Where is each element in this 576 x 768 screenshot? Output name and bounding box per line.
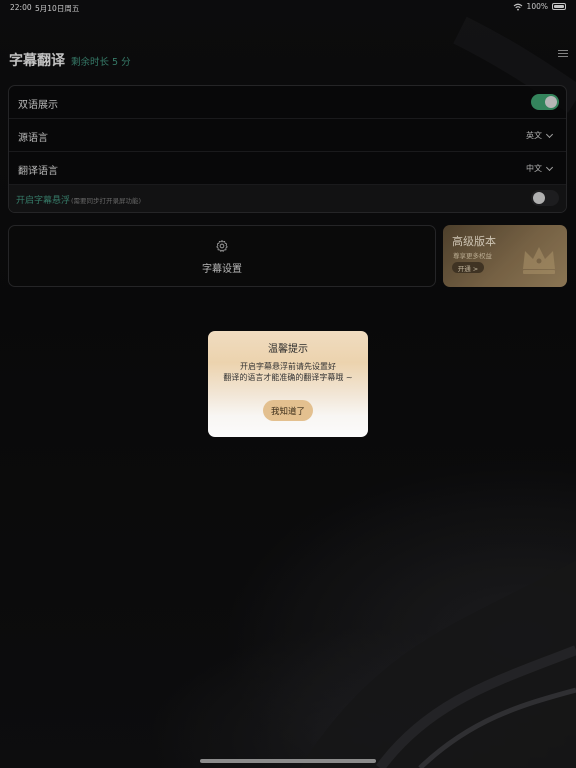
dialog-message-line2: 翻译的语言才能准确的翻译字幕哦 ~ — [223, 373, 353, 382]
dialog-message: 开启字幕悬浮前请先设置好 翻译的语言才能准确的翻译字幕哦 ~ — [208, 361, 368, 383]
dialog-confirm-button[interactable]: 我知道了 — [263, 400, 313, 421]
tip-dialog: 温馨提示 开启字幕悬浮前请先设置好 翻译的语言才能准确的翻译字幕哦 ~ 我知道了 — [208, 331, 368, 437]
dialog-title: 温馨提示 — [268, 344, 308, 355]
home-indicator[interactable] — [200, 759, 376, 763]
dialog-message-line1: 开启字幕悬浮前请先设置好 — [240, 362, 336, 371]
